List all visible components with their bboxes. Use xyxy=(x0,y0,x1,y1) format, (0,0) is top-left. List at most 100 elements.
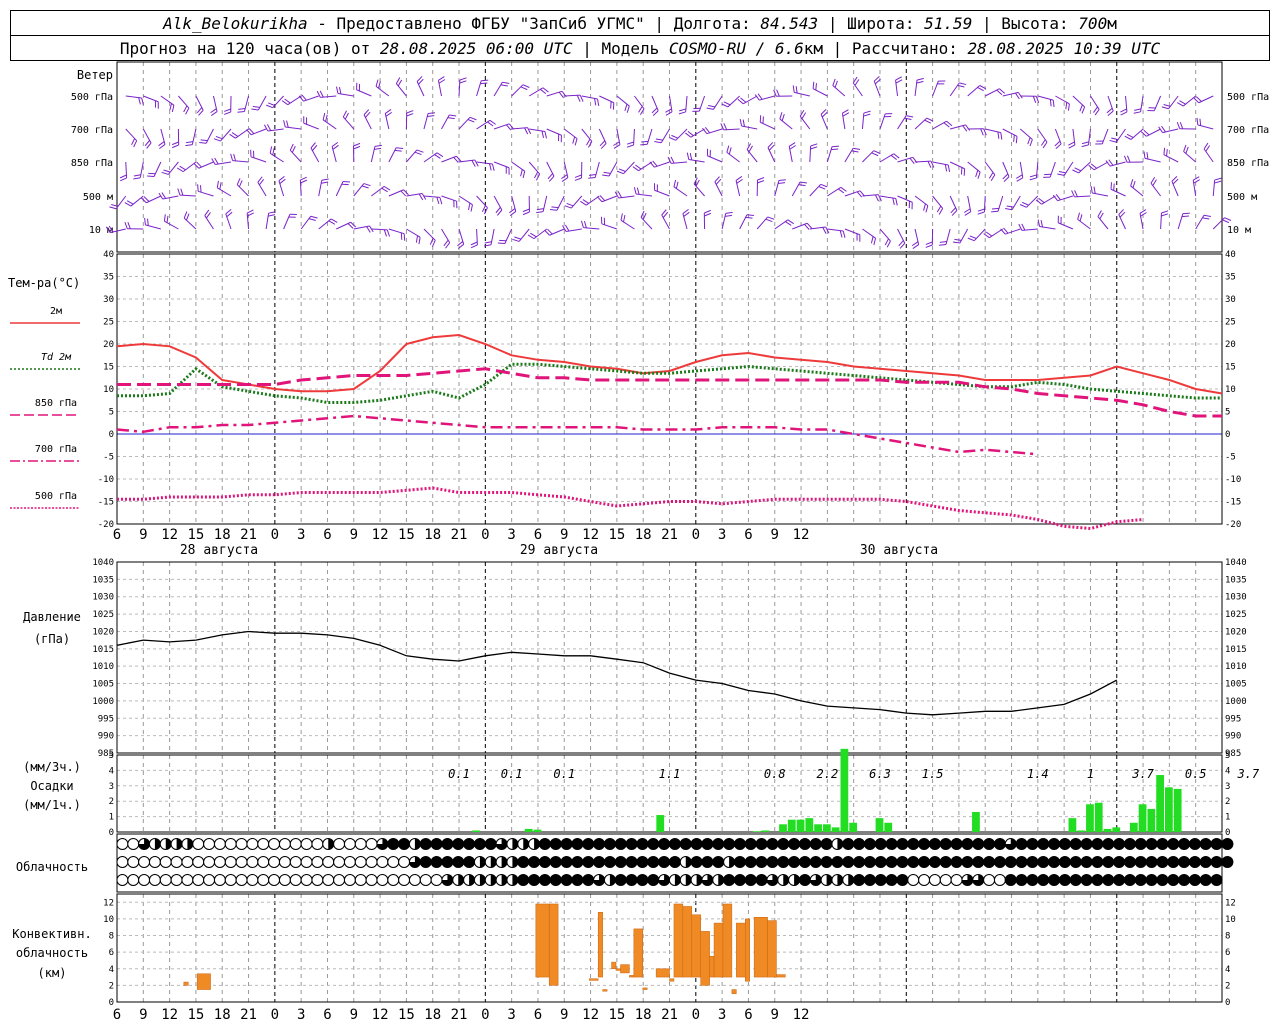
precip-bar xyxy=(533,829,542,832)
cloud-symbol xyxy=(614,838,627,850)
wind-barb xyxy=(1092,192,1109,197)
wind-barb-flag xyxy=(383,185,391,191)
wind-barb xyxy=(959,228,969,244)
conv-bar xyxy=(548,903,559,986)
cloud-symbol xyxy=(690,838,703,850)
wind-barb xyxy=(195,95,204,111)
wind-barb-flag xyxy=(491,163,495,171)
cloud-symbol xyxy=(1048,838,1061,850)
cloud-symbol xyxy=(560,874,573,886)
temp-series-4 xyxy=(117,486,1144,531)
hour-label-temp: 9 xyxy=(771,527,779,543)
wind-barb xyxy=(690,128,705,138)
wind-barb-flag xyxy=(704,209,711,214)
wind-barb-flag xyxy=(842,230,846,238)
temp-tick-right: -20 xyxy=(1225,520,1241,530)
wind-barb-flag xyxy=(617,191,622,198)
wind-barb-flag xyxy=(1090,185,1093,194)
wind-barb xyxy=(493,82,503,97)
wind-barb-flag xyxy=(459,77,467,81)
wind-barb-flag xyxy=(939,241,947,243)
wind-barb xyxy=(832,85,846,97)
wind-barb-flag xyxy=(544,131,547,139)
precip-bar xyxy=(884,822,893,832)
wind-barb xyxy=(598,128,607,144)
hour-label-bottom: 21 xyxy=(240,1007,257,1023)
cloud-symbol xyxy=(1113,838,1126,850)
wind-barb xyxy=(985,128,1001,134)
wind-barb-flag xyxy=(977,211,985,215)
wind-barb xyxy=(707,155,723,163)
cloud-symbol xyxy=(1026,874,1039,886)
wind-barb-flag xyxy=(400,232,403,240)
wind-barb-flag xyxy=(551,206,559,209)
wind-barb xyxy=(827,228,844,232)
precip-bar xyxy=(972,811,980,832)
wind-barb xyxy=(861,113,865,130)
cloud-symbol xyxy=(939,874,952,886)
wind-barb-flag xyxy=(1052,100,1055,108)
conv-bar xyxy=(713,922,724,978)
wind-barb-flag xyxy=(1199,118,1202,126)
cloud-symbol xyxy=(1210,856,1223,868)
wind-barb-flag xyxy=(126,200,134,205)
wind-barb xyxy=(623,161,635,175)
cloud-symbol xyxy=(1221,838,1234,850)
wind-barb-flag xyxy=(1016,174,1023,179)
wind-level-label-right: 700 гПа xyxy=(1227,125,1269,136)
wind-barb xyxy=(827,186,842,197)
wind-barb-flag xyxy=(792,85,795,93)
cloud-symbol xyxy=(311,874,324,886)
wind-barb-flag xyxy=(588,174,597,176)
wind-barb xyxy=(1039,226,1056,230)
wind-barb xyxy=(318,218,332,230)
wind-barb-flag xyxy=(291,145,296,153)
cloud-symbol xyxy=(1102,856,1115,868)
cloud-symbol xyxy=(1048,874,1061,886)
precip-bar xyxy=(1156,775,1164,832)
hour-label-temp: 0 xyxy=(271,527,279,543)
cloud-symbol xyxy=(452,838,465,850)
precip-bar xyxy=(796,819,805,832)
cloud-symbol xyxy=(354,838,367,850)
wind-barb xyxy=(217,187,232,197)
cloud-symbol xyxy=(560,838,573,850)
prec-tick-right: 4 xyxy=(1225,766,1230,776)
wind-level-label-right: 10 м xyxy=(1227,225,1251,236)
wind-barb-flag xyxy=(119,174,127,179)
cloud-symbol xyxy=(419,856,432,868)
wind-barb xyxy=(997,195,1004,212)
wind-barb xyxy=(269,152,284,163)
wind-level-label-right: 500 м xyxy=(1227,192,1257,203)
wind-barb-flag xyxy=(1058,170,1066,174)
wind-barb-flag xyxy=(925,244,933,248)
wind-barb-flag xyxy=(884,238,889,246)
cloud-symbol xyxy=(343,856,356,868)
wind-barb-flag xyxy=(670,156,675,164)
wind-barb-flag xyxy=(381,187,388,193)
cloud-symbol-half xyxy=(783,874,789,886)
wind-barb-flag xyxy=(1017,92,1023,99)
wind-barb xyxy=(1168,95,1179,110)
wind-barb xyxy=(476,119,491,130)
conv-bar xyxy=(611,961,617,970)
cloud-symbol-half xyxy=(512,838,518,850)
prec-tick-right: 5 xyxy=(1225,751,1230,761)
wind-barb-flag xyxy=(522,84,530,88)
wind-barb-flag xyxy=(124,221,128,229)
cloud-symbol-half xyxy=(154,838,161,850)
wind-barb-flag xyxy=(572,136,576,144)
wind-barb xyxy=(183,217,197,230)
wind-barb-flag xyxy=(436,196,440,204)
wind-barb-flag xyxy=(163,214,166,222)
wind-barb-flag xyxy=(906,115,914,118)
wind-barb-flag xyxy=(895,79,903,84)
wind-barb-flag xyxy=(1079,104,1083,112)
pres-tick-left: 1015 xyxy=(92,645,114,655)
precip-bar xyxy=(1103,828,1112,832)
wind-level-label: 850 гПа xyxy=(71,158,113,169)
wind-barb-flag xyxy=(418,237,421,245)
wind-barb xyxy=(1002,128,1018,137)
cloud-symbol xyxy=(549,856,562,868)
wind-barb-flag xyxy=(798,184,806,187)
